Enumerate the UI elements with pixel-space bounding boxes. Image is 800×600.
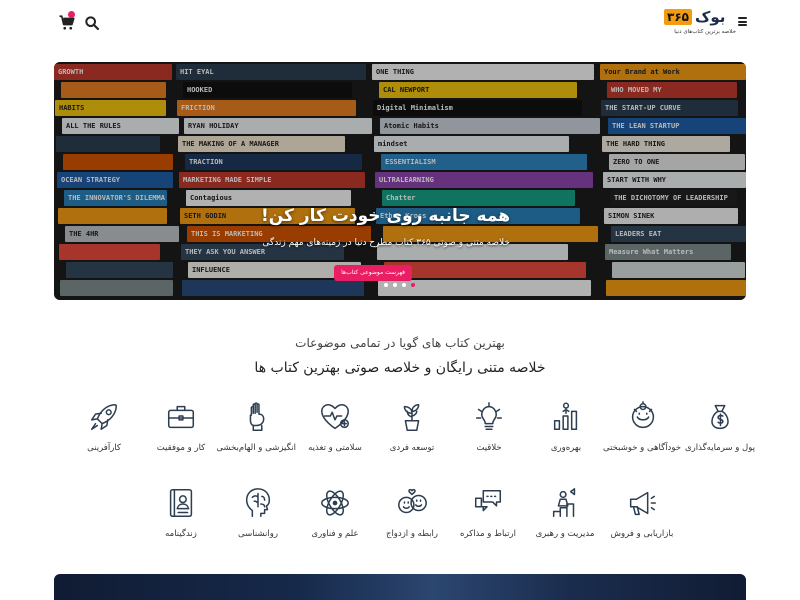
hamburger-icon[interactable] <box>738 17 747 26</box>
category-heart-pulse[interactable]: سلامتی و تغذیه <box>297 400 373 460</box>
category-label: رابطه و ازدواج <box>385 529 439 539</box>
megaphone-icon <box>629 491 656 516</box>
category-atom[interactable]: علم و فناوری <box>297 486 373 546</box>
category-label: خودآگاهی و خوشبختی <box>603 443 681 453</box>
cart-count-badge <box>68 11 75 18</box>
category-productivity[interactable]: بهره‌وری <box>528 400 604 460</box>
section-title: خلاصه متنی رایگان و خلاصه صوتی بهترین کت… <box>254 360 546 376</box>
slider-dot[interactable] <box>402 283 406 287</box>
category-label: کارآفرینی <box>87 443 121 453</box>
category-leadership[interactable]: مدیریت و رهبری <box>527 486 603 546</box>
category-brain-head[interactable]: روانشناسی <box>220 486 296 546</box>
logo-word: بوک <box>694 8 726 26</box>
category-couple-faces[interactable]: رابطه و ازدواج <box>374 486 450 546</box>
category-biography-book[interactable]: زندگینامه <box>143 486 219 546</box>
category-label: انگیزشی و الهام‌بخشی <box>216 443 296 453</box>
category-briefcase[interactable]: کار و موفقیت <box>143 400 219 460</box>
plant-icon <box>403 403 420 431</box>
category-megaphone[interactable]: بازاریابی و فروش <box>604 486 680 546</box>
money-bag-icon <box>711 404 729 430</box>
head-gears-icon <box>631 401 655 429</box>
category-label: توسعه فردی <box>389 443 435 453</box>
category-label: بهره‌وری <box>550 443 582 453</box>
slider-dot[interactable] <box>393 283 397 287</box>
category-label: زندگینامه <box>165 529 197 539</box>
heart-pulse-icon <box>321 403 349 430</box>
category-lightbulb[interactable]: خلاقیت <box>451 400 527 460</box>
biography-book-icon <box>169 489 193 517</box>
category-raised-fist[interactable]: انگیزشی و الهام‌بخشی <box>216 400 296 460</box>
chat-bubbles-icon <box>474 489 502 512</box>
lightbulb-icon <box>475 402 503 431</box>
hero-title: همه جانبه روی خودت کار کن! <box>261 206 510 226</box>
site-header: بوک ۳۶۵ خلاصه برترین کتاب‌های دنیا <box>0 0 800 48</box>
category-money-bag[interactable]: پول و سرمایه‌گذاری <box>682 400 758 460</box>
hero-subtitle: خلاصه متنی و صوتی ۳۶۵ کتاب مطرح دنیا در … <box>262 238 510 248</box>
category-plant[interactable]: توسعه فردی <box>374 400 450 460</box>
category-label: علم و فناوری <box>311 529 359 539</box>
slider-dots <box>384 283 415 287</box>
category-label: مدیریت و رهبری <box>535 529 595 539</box>
bottom-banner <box>54 574 746 600</box>
category-label: ارتباط و مذاکره <box>460 529 516 539</box>
atom-icon <box>321 490 349 516</box>
site-logo[interactable]: بوک ۳۶۵ خلاصه برترین کتاب‌های دنیا <box>664 6 736 40</box>
productivity-icon <box>553 402 578 431</box>
category-label: روانشناسی <box>238 529 278 539</box>
briefcase-icon <box>167 405 195 429</box>
category-rocket[interactable]: کارآفرینی <box>66 400 142 460</box>
hero-content: همه جانبه روی خودت کار کن! خلاصه متنی و … <box>54 62 746 300</box>
category-label: خلاقیت <box>476 443 502 453</box>
hero-slider[interactable]: GROWTH HABITS ALL THE RULES OCEAN STRATEGY T… <box>54 62 746 300</box>
category-label: بازاریابی و فروش <box>610 529 674 539</box>
slider-dot-active[interactable] <box>411 283 415 287</box>
logo-number: ۳۶۵ <box>664 9 692 25</box>
category-label: سلامتی و تغذیه <box>308 443 362 453</box>
category-chat-bubbles[interactable]: ارتباط و مذاکره <box>450 486 526 546</box>
raised-fist-icon <box>249 402 265 431</box>
logo-tagline: خلاصه برترین کتاب‌های دنیا <box>674 29 736 35</box>
category-head-gears[interactable]: خودآگاهی و خوشبختی <box>603 400 681 460</box>
leadership-icon <box>552 488 576 517</box>
category-label: پول و سرمایه‌گذاری <box>685 443 755 453</box>
category-label: کار و موفقیت <box>156 443 206 453</box>
rocket-icon <box>90 403 118 431</box>
brain-head-icon <box>245 488 271 517</box>
search-icon[interactable] <box>84 15 100 31</box>
couple-faces-icon <box>398 488 427 514</box>
topic-list-button[interactable]: فهرست موضوعی کتاب‌ها <box>334 265 412 281</box>
section-subtitle: بهترین کتاب های گویا در تمامی موضوعات <box>295 336 505 350</box>
slider-dot[interactable] <box>384 283 388 287</box>
